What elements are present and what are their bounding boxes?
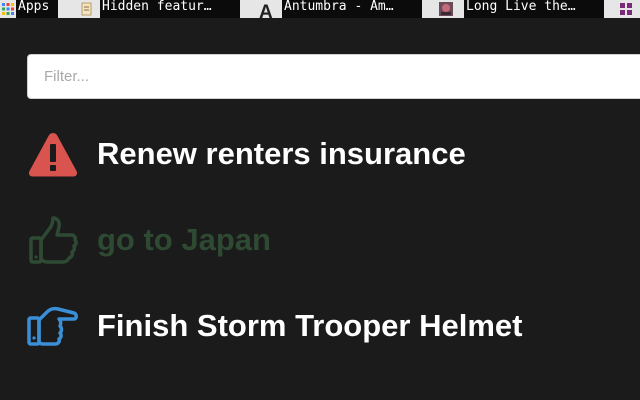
bookmark-apps[interactable]: Apps xyxy=(0,0,58,18)
bookmark-extra[interactable] xyxy=(618,0,634,18)
apps-grid-icon xyxy=(0,1,16,17)
letter-a-icon: A xyxy=(256,1,278,18)
filter-container xyxy=(27,54,640,99)
bookmark-label: Antumbra - Am… xyxy=(282,0,422,18)
bookmark-label: Apps xyxy=(16,0,58,18)
task-item[interactable]: Renew renters insurance xyxy=(27,126,466,182)
bookmark-hidden-features[interactable]: Hidden featur… xyxy=(78,0,240,18)
bookmark-label: Hidden featur… xyxy=(100,0,240,18)
svg-text:A: A xyxy=(259,2,273,18)
hand-point-right-icon xyxy=(27,300,79,352)
task-label: Renew renters insurance xyxy=(97,136,466,171)
bookmark-long-live[interactable]: Long Live the… xyxy=(438,0,604,18)
filter-input[interactable] xyxy=(27,54,640,99)
bookmark-label: Long Live the… xyxy=(464,0,604,18)
thumbs-up-icon xyxy=(27,214,79,266)
document-icon xyxy=(78,1,94,17)
warning-icon xyxy=(27,128,79,180)
bookmarks-bar: Apps Hidden featur… A Antumbra - Am… Lon… xyxy=(0,0,640,18)
task-item[interactable]: go to Japan xyxy=(27,212,271,268)
bookmark-antumbra[interactable]: A Antumbra - Am… xyxy=(256,0,422,18)
thumbnail-icon xyxy=(438,1,454,17)
task-item[interactable]: Finish Storm Trooper Helmet xyxy=(27,298,522,354)
task-label: go to Japan xyxy=(97,222,271,257)
task-label: Finish Storm Trooper Helmet xyxy=(97,308,523,343)
purple-grid-icon xyxy=(618,1,634,17)
